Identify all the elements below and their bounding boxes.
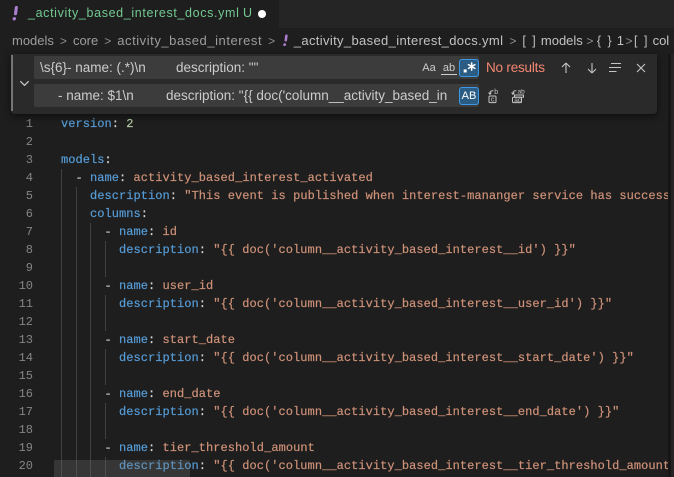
svg-text:ab: ab — [518, 89, 526, 96]
svg-text:c: c — [491, 97, 495, 104]
svg-text:ac: ac — [514, 97, 522, 104]
svg-text:b: b — [494, 89, 498, 96]
